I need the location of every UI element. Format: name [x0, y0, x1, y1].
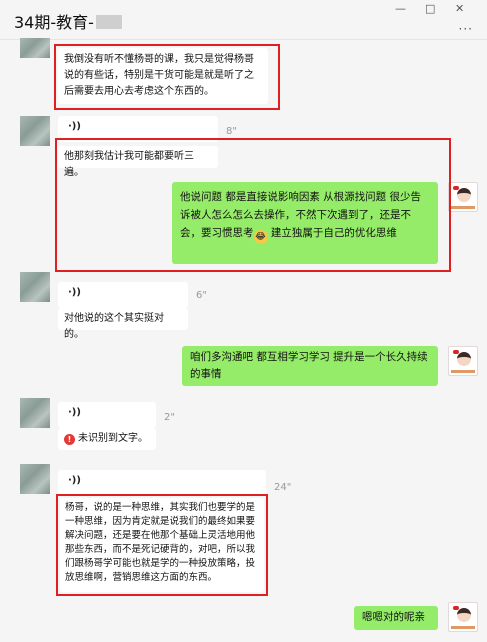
- blurred-title-part: [95, 15, 122, 29]
- message-text: 嗯嗯对的呢亲: [362, 611, 425, 623]
- voice-duration: 8": [226, 126, 237, 137]
- self-avatar[interactable]: [448, 346, 478, 376]
- voice-message[interactable]: ·)): [58, 402, 156, 428]
- close-icon[interactable]: ✕: [455, 3, 464, 14]
- message-bubble-5: 咱们多沟通吧 都互相学习学习 提升是一个长久持续的事情: [182, 346, 438, 386]
- voice-icon: ·)): [68, 407, 81, 418]
- voice-icon: ·)): [68, 121, 81, 132]
- message-text: 咱们多沟通吧 都互相学习学习 提升是一个长久持续的事情: [190, 351, 428, 380]
- voice-icon: ·)): [68, 287, 81, 298]
- more-options-icon[interactable]: ···: [459, 22, 473, 36]
- voice-message[interactable]: ·)): [58, 470, 266, 496]
- minimize-icon[interactable]: —: [395, 3, 406, 14]
- highlight-box-2: [55, 138, 451, 272]
- voice-duration: 2": [164, 412, 175, 423]
- voice-duration: 24": [274, 482, 292, 493]
- voice-icon: ·)): [68, 475, 81, 486]
- chat-title-bar: 34期-教育- — □ ✕ ···: [0, 0, 487, 40]
- self-avatar[interactable]: [448, 182, 478, 212]
- voice-duration: 6": [196, 290, 207, 301]
- sender-avatar[interactable]: [20, 398, 50, 428]
- chat-title: 34期-教育-: [14, 9, 122, 33]
- message-bubble-8: 嗯嗯对的呢亲: [354, 606, 438, 630]
- sender-avatar[interactable]: [20, 38, 50, 58]
- self-avatar[interactable]: [448, 602, 478, 632]
- highlight-box-3: [56, 494, 268, 596]
- transcription-bubble: 对他说的这个其实挺对的。: [58, 308, 188, 340]
- sender-avatar[interactable]: [20, 464, 50, 494]
- transcription-bubble: ! 未识别到文字。: [58, 428, 156, 450]
- error-text: 未识别到文字。: [78, 433, 148, 444]
- error-icon: !: [64, 434, 75, 445]
- highlight-box-1: [54, 44, 280, 110]
- voice-message[interactable]: ·)): [58, 282, 188, 308]
- maximize-icon[interactable]: □: [425, 3, 435, 14]
- message-text: 对他说的这个其实挺对的。: [64, 313, 164, 340]
- sender-avatar[interactable]: [20, 116, 50, 146]
- sender-avatar[interactable]: [20, 272, 50, 302]
